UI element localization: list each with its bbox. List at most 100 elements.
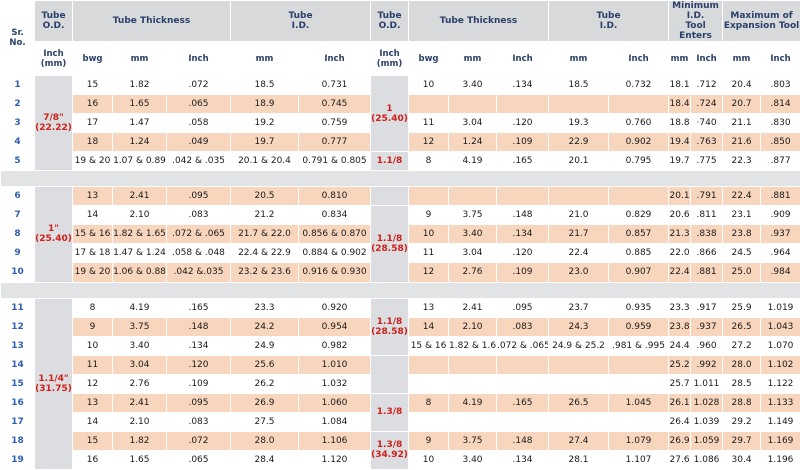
cell-thickness-mm-2: 3.04 <box>448 243 498 264</box>
cell-max-exp-inch: .803 <box>760 75 800 96</box>
cell-thickness-inch-2: .095 <box>496 297 550 318</box>
tube-od-2-label: 1.1/8 (28.58) <box>370 205 410 283</box>
cell-thickness-mm-2: 4.19 <box>448 151 498 172</box>
cell-thickness-inch-2 <box>496 354 550 375</box>
cell-max-exp-inch: 1.122 <box>760 373 800 394</box>
cell-thickness-mm: 1.47 <box>112 113 167 134</box>
cell-id2-mm: 28.1 <box>548 449 610 470</box>
table-row: 18 15 1.82.072 28.0 1.106 1.3/8 (34.92) 9 3.75.… <box>0 430 800 470</box>
cell-bwg-2: 12 <box>408 132 450 153</box>
cell-min-id-mm: 18.1 <box>668 75 692 96</box>
cell-id-inch: 0.810 <box>297 186 372 207</box>
cell-id-inch: 0.982 <box>297 335 372 356</box>
cell-thickness-inch-2: .120 <box>496 113 550 134</box>
cell-id-mm: 28.4 <box>230 449 299 470</box>
cell-min-id-inch: .917 <box>690 297 724 318</box>
header-tube-thickness-2: Tube Thickness <box>408 0 550 43</box>
cell-min-id-inch: .937 <box>690 316 724 337</box>
cell-bwg: 14 <box>72 205 113 226</box>
cell-thickness-mm-2 <box>448 411 498 432</box>
cell-thickness-mm: 1.82 & 1.65 <box>112 224 167 245</box>
cell-id2-inch <box>608 373 670 394</box>
cell-min-id-mm: 22.0 <box>668 243 692 264</box>
cell-bwg: 10 <box>72 335 113 356</box>
cell-bwg-2: 9 <box>408 205 450 226</box>
cell-bwg: 16 <box>72 449 113 470</box>
cell-max-exp-inch: .881 <box>760 186 800 207</box>
row-sr-no: 15 <box>0 373 35 394</box>
cell-thickness-inch: .165 <box>166 297 231 318</box>
cell-id2-mm: 20.1 <box>548 151 610 172</box>
cell-id-mm: 19.7 <box>230 132 299 153</box>
cell-id-inch: 0.856 & 0.870 <box>297 224 372 245</box>
row-sr-no: 9 <box>0 243 35 264</box>
cell-id2-mm <box>548 354 610 375</box>
cell-bwg: 9 <box>72 316 113 337</box>
cell-thickness-mm-2 <box>448 94 498 115</box>
cell-max-exp-mm: 22.3 <box>722 151 762 172</box>
cell-thickness-inch-2: .134 <box>496 449 550 470</box>
cell-thickness-inch-2: .109 <box>496 132 550 153</box>
cell-min-id-mm: 27.6 <box>668 449 692 470</box>
cell-id2-inch <box>608 354 670 375</box>
subheader-id-inch: Inch <box>297 41 372 77</box>
separator-band <box>0 281 800 299</box>
cell-id-mm: 20.5 <box>230 186 299 207</box>
cell-id-mm: 21.7 & 22.0 <box>230 224 299 245</box>
cell-thickness-inch-2: .148 <box>496 205 550 226</box>
cell-id-mm: 26.9 <box>230 392 299 413</box>
cell-id2-inch: 1.045 <box>608 392 670 413</box>
cell-id-mm: 18.9 <box>230 94 299 115</box>
cell-id-mm: 18.5 <box>230 75 299 96</box>
cell-min-id-inch: .881 <box>690 262 724 283</box>
cell-bwg-2 <box>408 354 450 375</box>
cell-max-exp-inch: .984 <box>760 262 800 283</box>
cell-max-exp-mm: 23.8 <box>722 224 762 245</box>
cell-max-exp-mm: 20.4 <box>722 75 762 96</box>
cell-id-inch: 0.920 <box>297 297 372 318</box>
cell-thickness-mm-2 <box>448 354 498 375</box>
cell-min-id-inch: 1.011 <box>690 373 724 394</box>
cell-thickness-mm: 3.75 <box>112 316 167 337</box>
cell-bwg-2 <box>408 94 450 115</box>
cell-min-id-mm: 18.8 <box>668 113 692 134</box>
cell-min-id-inch: .811 <box>690 205 724 226</box>
cell-thickness-inch: .042 &.035 <box>166 262 231 283</box>
row-sr-no: 18 <box>0 430 35 451</box>
table-row: 11 1.1/4" (31.75) 8 4.19.165 23.3 0.920 1.1/8 … <box>0 297 800 470</box>
cell-bwg-2: 8 <box>408 392 450 413</box>
cell-min-id-inch: .763 <box>690 132 724 153</box>
cell-bwg-2: 15 & 16 <box>408 335 450 356</box>
cell-id2-inch: .981 & .995 <box>608 335 670 356</box>
tube-od-2-label: 1.1/8 <box>370 151 410 172</box>
cell-thickness-mm: 2.10 <box>112 411 167 432</box>
cell-thickness-inch-2: .134 <box>496 75 550 96</box>
cell-id-inch: 1.084 <box>297 411 372 432</box>
cell-min-id-inch: 1.086 <box>690 449 724 470</box>
cell-thickness-mm: 3.40 <box>112 335 167 356</box>
row-sr-no: 8 <box>0 224 35 245</box>
cell-min-id-mm: 26.1 <box>668 392 692 413</box>
cell-id2-inch: 0.829 <box>608 205 670 226</box>
header-tube-id: Tube I.D. <box>229 0 372 43</box>
tube-expansion-table: Sr. No. Tube O.D. Tube Thickness Tube I.… <box>0 0 800 470</box>
cell-id2-mm <box>548 411 610 432</box>
cell-min-id-mm: 20.1 <box>668 186 692 207</box>
cell-id-inch: 0.791 & 0.805 <box>297 151 372 172</box>
cell-thickness-inch: .134 <box>166 335 231 356</box>
cell-thickness-mm: 2.10 <box>112 205 167 226</box>
cell-bwg-2: 10 <box>408 75 450 96</box>
cell-max-exp-mm: 21.1 <box>722 113 762 134</box>
cell-thickness-inch-2: .109 <box>496 262 550 283</box>
cell-id2-inch: 0.795 <box>608 151 670 172</box>
header-tube-od-2: Tube O.D. <box>370 0 410 43</box>
cell-id2-inch: 0.732 <box>608 75 670 96</box>
cell-id2-mm <box>548 94 610 115</box>
row-sr-no: 4 <box>0 132 35 153</box>
cell-thickness-inch-2: .134 <box>496 224 550 245</box>
cell-min-id-mm: 22.4 <box>668 262 692 283</box>
cell-id2-mm <box>548 186 610 207</box>
tube-od-2-label: 1 (25.40) <box>370 75 410 153</box>
cell-max-exp-mm: 30.4 <box>722 449 762 470</box>
cell-max-exp-mm: 28.5 <box>722 373 762 394</box>
